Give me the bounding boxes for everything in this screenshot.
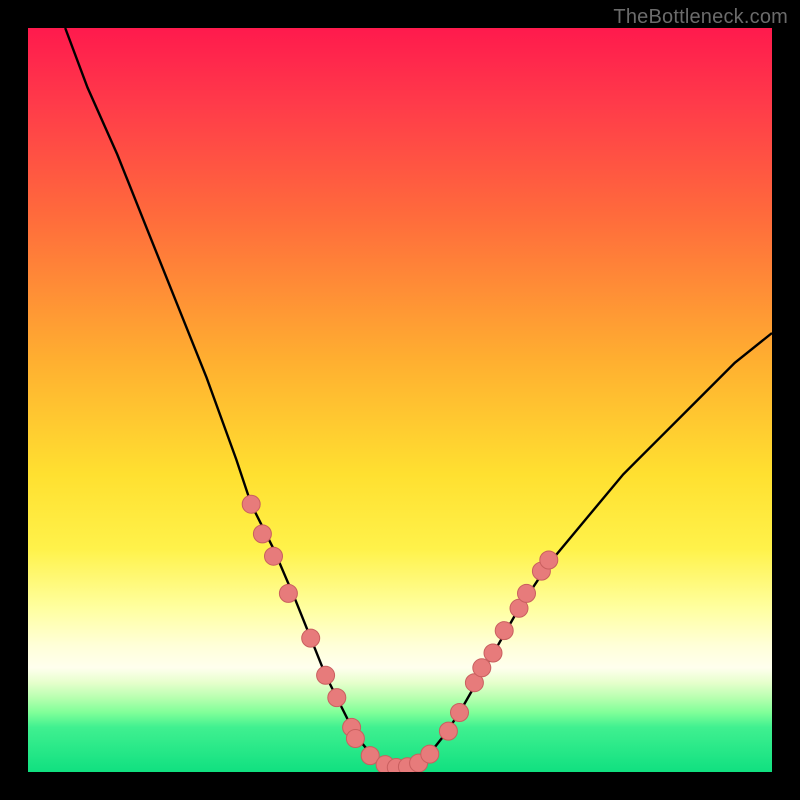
watermark-text: TheBottleneck.com bbox=[613, 6, 788, 29]
chart-frame: TheBottleneck.com bbox=[0, 0, 800, 800]
chart-svg bbox=[28, 28, 772, 772]
data-marker bbox=[473, 659, 491, 677]
plot-area bbox=[28, 28, 772, 772]
data-marker bbox=[346, 730, 364, 748]
data-marker bbox=[451, 704, 469, 722]
data-marker bbox=[279, 584, 297, 602]
bottleneck-curve bbox=[65, 28, 772, 768]
data-marker bbox=[495, 622, 513, 640]
data-marker bbox=[484, 644, 502, 662]
data-marker bbox=[302, 629, 320, 647]
data-marker bbox=[317, 666, 335, 684]
data-marker bbox=[540, 551, 558, 569]
data-marker bbox=[421, 745, 439, 763]
data-marker bbox=[439, 722, 457, 740]
data-marker bbox=[265, 547, 283, 565]
data-marker bbox=[518, 584, 536, 602]
data-marker bbox=[328, 689, 346, 707]
curve-markers bbox=[242, 495, 558, 772]
data-marker bbox=[242, 495, 260, 513]
data-marker bbox=[253, 525, 271, 543]
